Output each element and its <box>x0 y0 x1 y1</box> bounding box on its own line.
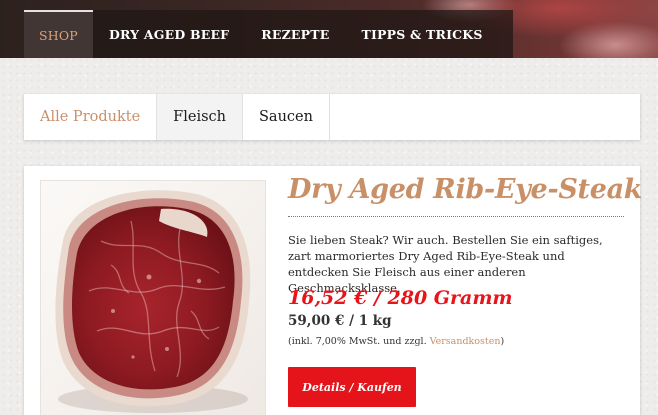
tab-saucen[interactable]: Saucen <box>243 94 330 140</box>
unit-price: 59,00 € / 1 kg <box>288 313 392 329</box>
product-card: Dry Aged Rib-Eye-Steak Sie lieben Steak?… <box>24 166 643 415</box>
nav-item-shop[interactable]: SHOP <box>24 10 93 58</box>
tab-alle-produkte[interactable]: Alle Produkte <box>24 94 158 140</box>
tab-fleisch[interactable]: Fleisch <box>157 94 243 140</box>
nav-item-rezepte[interactable]: REZEPTE <box>245 10 345 58</box>
main-nav: SHOP DRY AGED BEEF REZEPTE TIPPS & TRICK… <box>24 10 513 58</box>
title-divider <box>288 216 624 217</box>
category-tabs: Alle Produkte Fleisch Saucen <box>24 94 640 140</box>
tax-note-suffix: ) <box>500 336 505 347</box>
steak-photo-icon <box>41 181 265 415</box>
product-image[interactable] <box>40 180 266 415</box>
product-price: 16,52 € / 280 Gramm <box>288 287 513 309</box>
tax-note-prefix: (inkl. 7,00% MwSt. und zzgl. <box>288 336 430 347</box>
tax-note: (inkl. 7,00% MwSt. und zzgl. Versandkost… <box>288 336 504 347</box>
nav-item-dry-aged-beef[interactable]: DRY AGED BEEF <box>93 10 245 58</box>
header-banner: SHOP DRY AGED BEEF REZEPTE TIPPS & TRICK… <box>0 0 658 58</box>
nav-item-tipps-tricks[interactable]: TIPPS & TRICKS <box>345 10 498 58</box>
shipping-costs-link[interactable]: Versandkosten <box>430 336 501 347</box>
product-title[interactable]: Dry Aged Rib-Eye-Steak <box>288 174 643 205</box>
details-buy-button[interactable]: Details / Kaufen <box>288 367 416 407</box>
